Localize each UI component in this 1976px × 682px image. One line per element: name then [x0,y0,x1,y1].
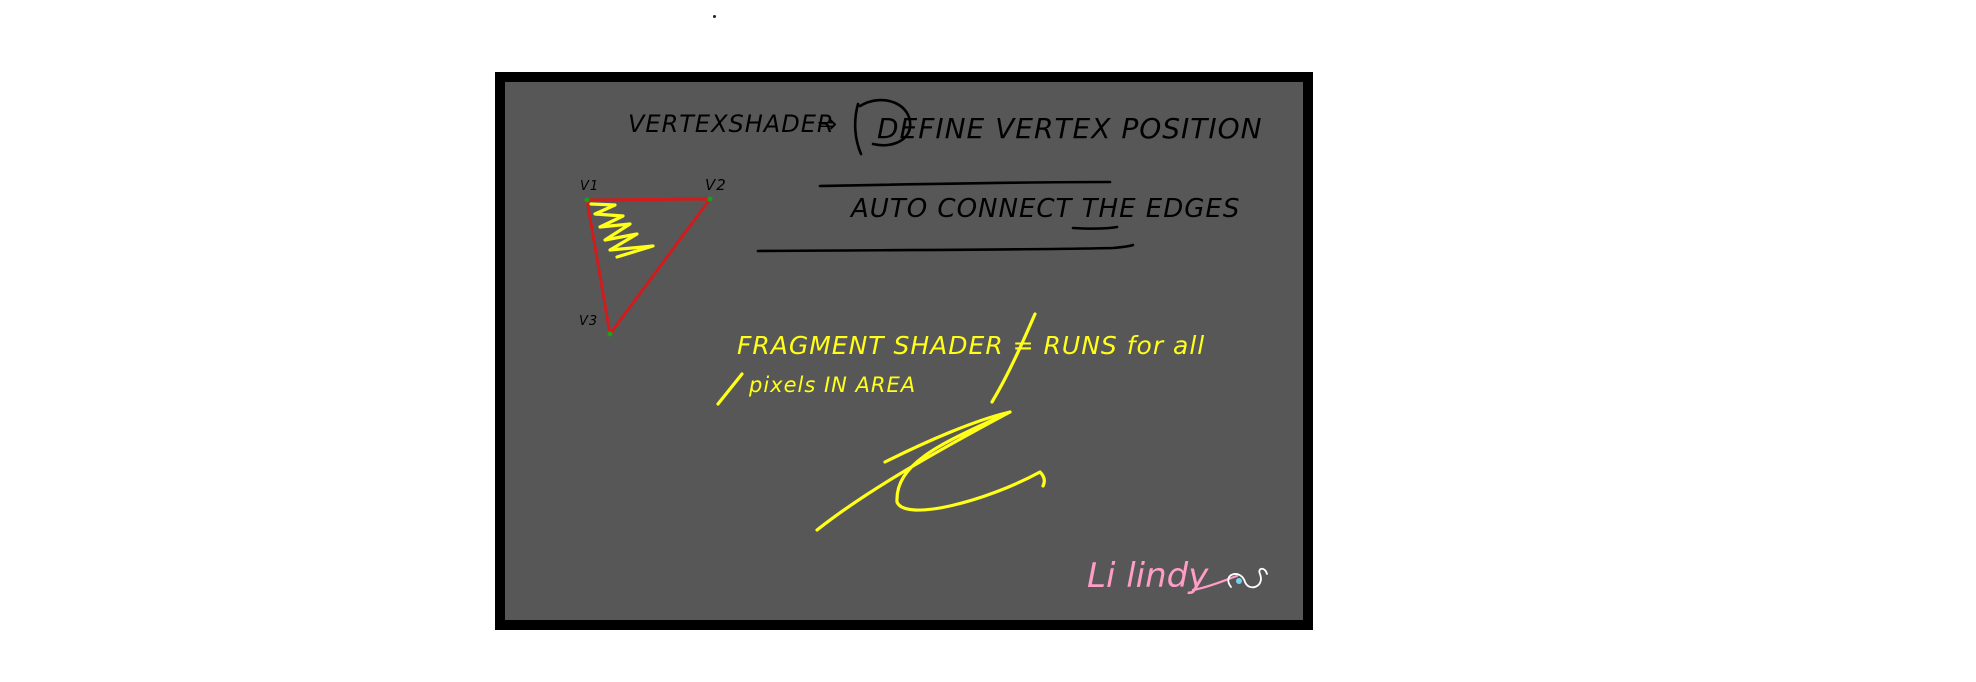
heading-define-vertex-position: DEFINE VERTEX POSITION [877,112,1263,145]
heading-arrow: ⇒ [817,110,838,138]
canvas-area: VERTEXSHADER ⇒ DEFINE VERTEX POSITION AU… [0,0,1976,682]
vertex-v3-dot [607,331,613,337]
triangle-fill-scribble [589,202,655,259]
drawing-layer: VERTEXSHADER ⇒ DEFINE VERTEX POSITION AU… [579,98,1268,596]
subheading-auto-connect: AUTO CONNECT THE EDGES [849,194,1240,224]
signature-dot [1236,578,1242,584]
whiteboard-frame: VERTEXSHADER ⇒ DEFINE VERTEX POSITION AU… [495,72,1313,630]
heading-underline [818,180,1112,188]
triangle-outline [585,197,712,336]
vertex-label-v3: V3 [579,314,598,329]
stray-dot [713,15,716,18]
fragment-shader-line1: FRAGMENT SHADER = RUNS for all [737,331,1205,360]
subheading-underline [756,243,1135,253]
heading-vertex-shader: VERTEXSHADER [628,110,835,138]
vertex-label-v1: V1 [580,179,599,194]
signature: Li lindy [1087,556,1209,596]
yellow-slash-left [716,372,744,406]
fragment-shader-line2: pixels IN AREA [748,373,916,397]
vertex-label-v2: V2 [705,176,727,194]
edges-underline [1071,225,1119,230]
vertex-v2-dot [707,196,713,202]
vertex-v1-dot [584,197,590,203]
whiteboard[interactable]: VERTEXSHADER ⇒ DEFINE VERTEX POSITION AU… [505,82,1303,620]
yellow-loop-scribble [815,410,1046,532]
